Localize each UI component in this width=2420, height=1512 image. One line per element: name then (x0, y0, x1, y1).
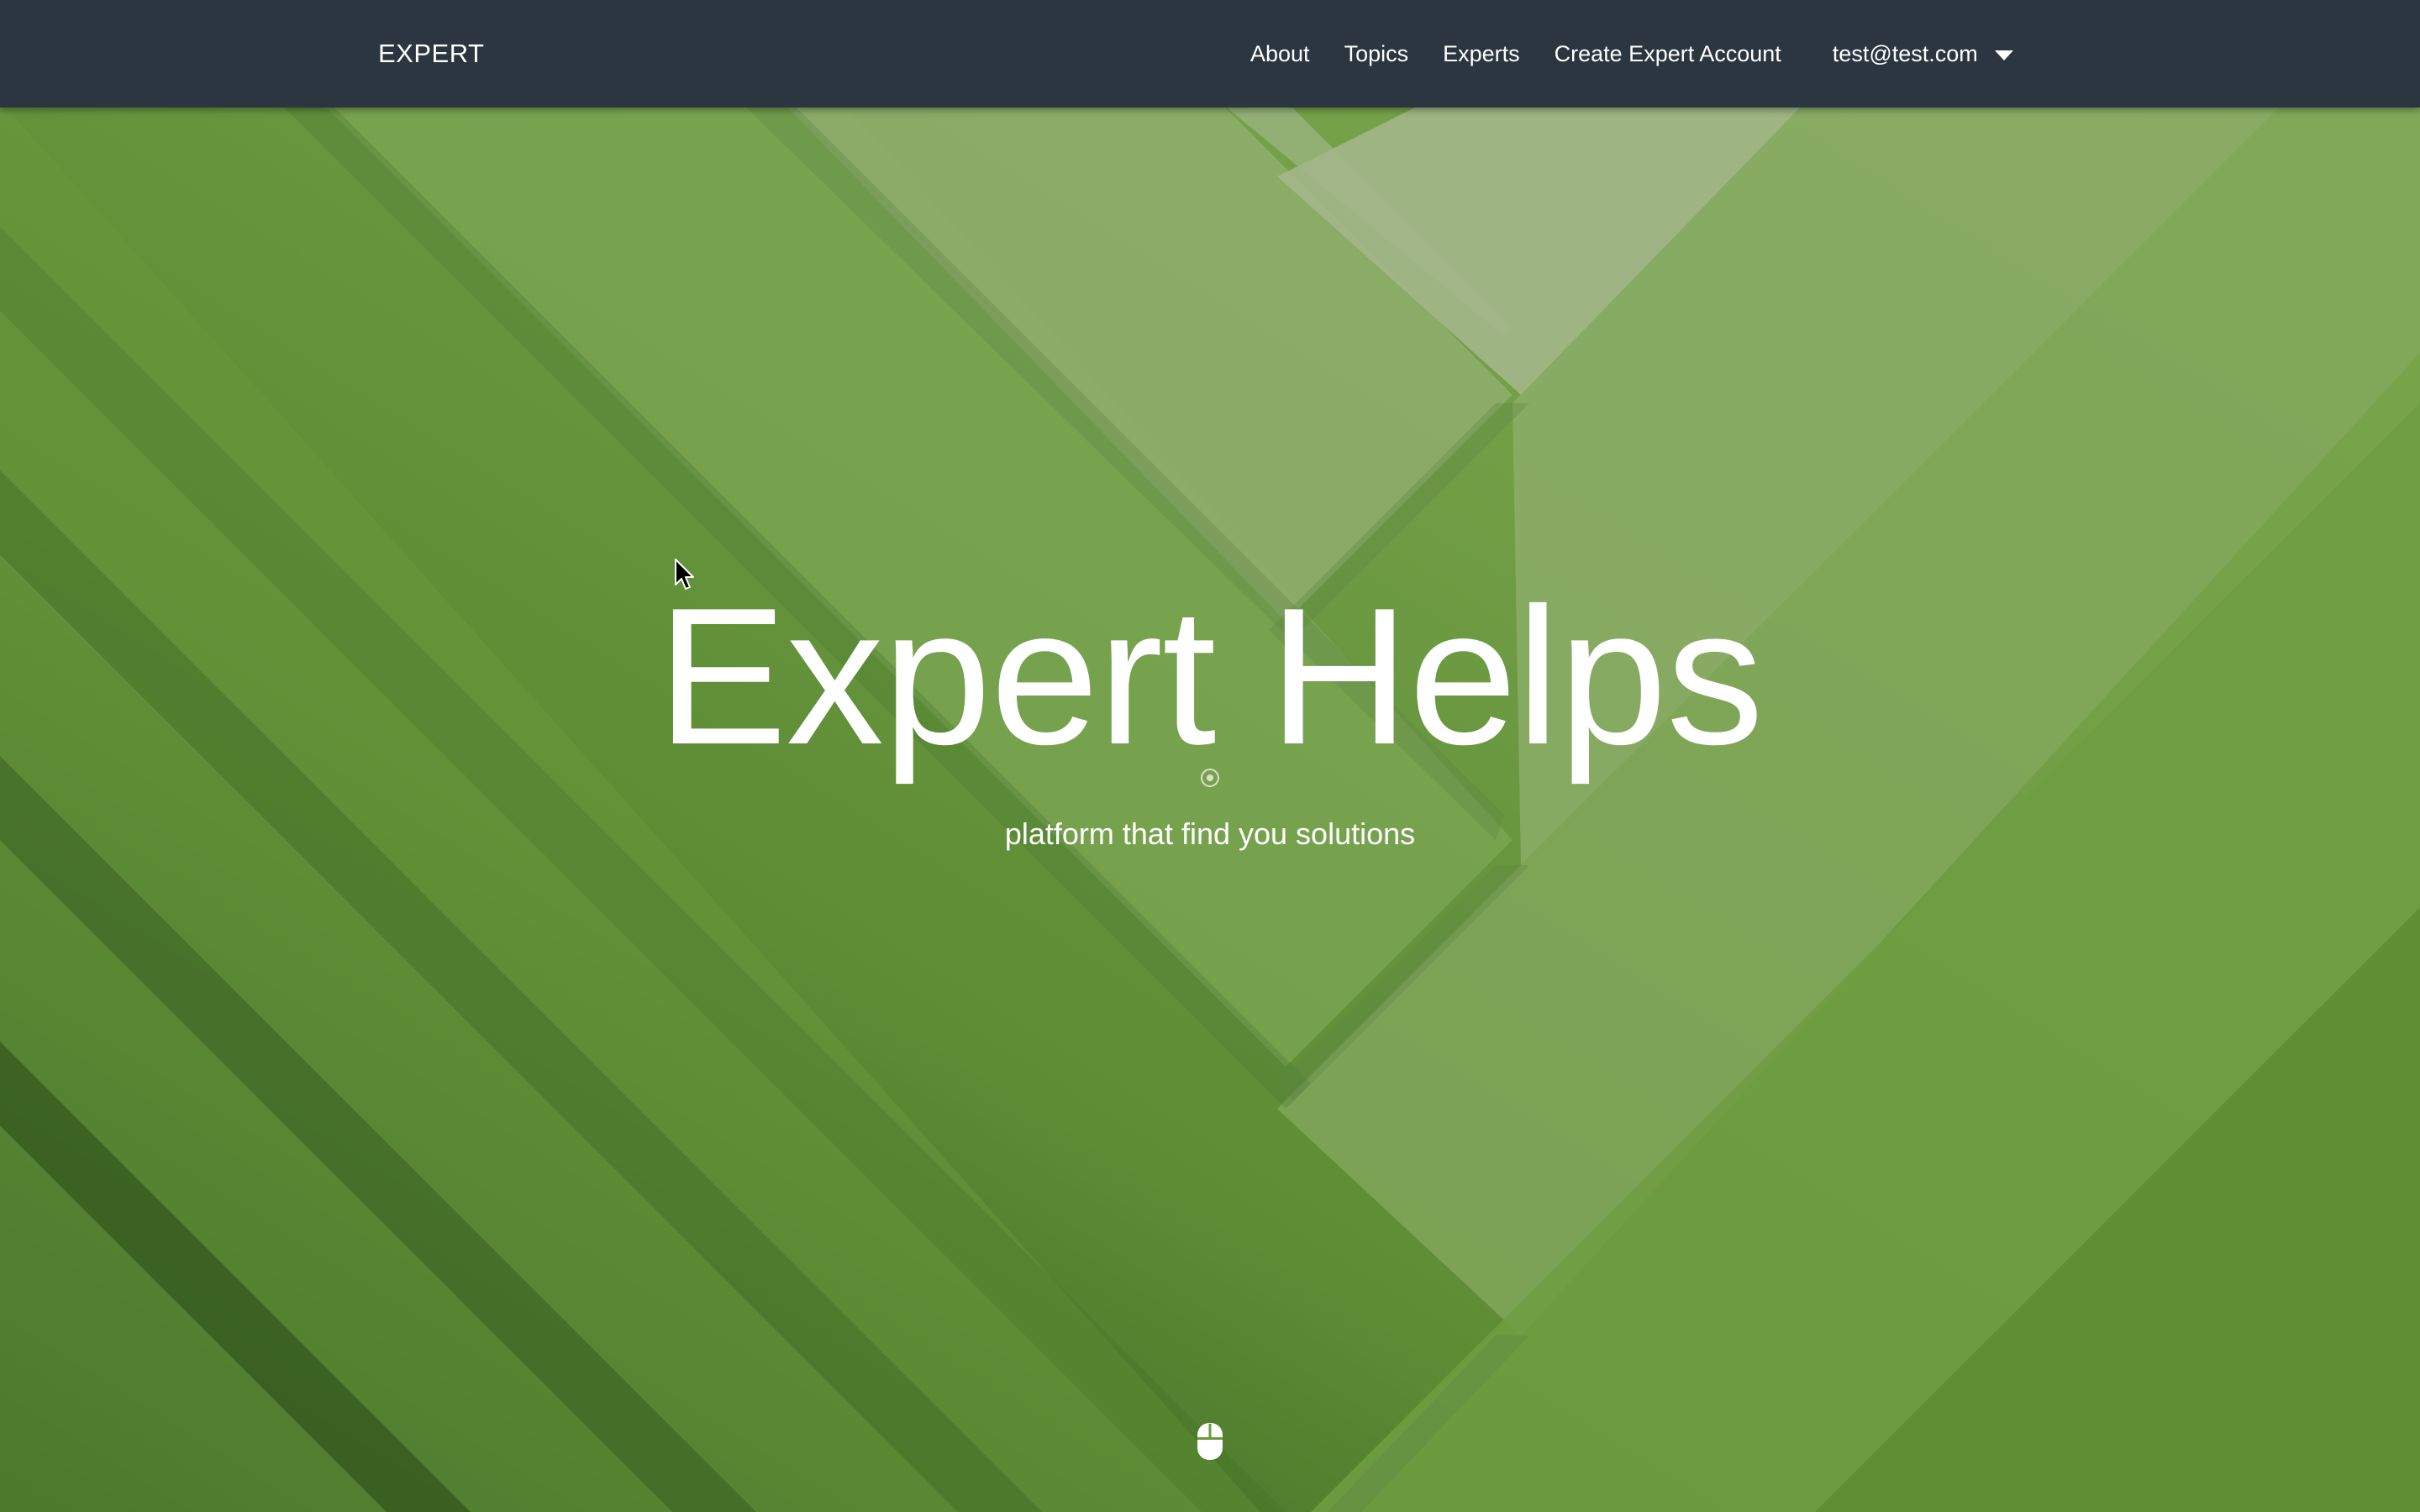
nav-link-experts[interactable]: Experts (1443, 41, 1520, 67)
nav-link-create-expert-account[interactable]: Create Expert Account (1555, 41, 1781, 67)
brand-logo[interactable]: EXPERT (378, 0, 484, 108)
nav-link-topics[interactable]: Topics (1344, 41, 1409, 67)
hero-title: Expert Helps (656, 568, 1764, 785)
user-account-dropdown[interactable]: test@test.com (1833, 41, 2013, 67)
user-email: test@test.com (1832, 40, 1978, 66)
page: EXPERT About Topics Experts Create Exper… (0, 0, 2420, 1512)
hero-subtitle: platform that find you solutions (1004, 816, 1416, 851)
nav-link-about[interactable]: About (1250, 41, 1310, 67)
nav-menu: About Topics Experts Create Expert Accou… (1250, 0, 2013, 108)
top-navbar: EXPERT About Topics Experts Create Exper… (0, 0, 2420, 108)
target-icon (1201, 769, 1219, 787)
mouse-cursor-icon (675, 559, 694, 590)
mouse-scroll-icon[interactable] (1196, 1421, 1224, 1462)
caret-down-icon (1994, 50, 2013, 60)
